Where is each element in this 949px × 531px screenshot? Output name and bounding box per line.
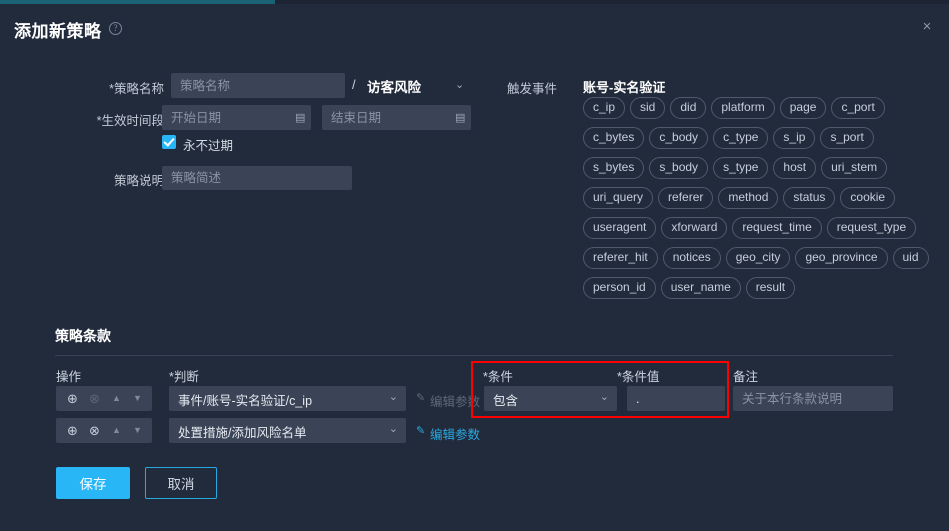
chevron-down-icon[interactable]: ⌄: [600, 390, 609, 403]
policy-terms-section-title: 策略条款: [55, 328, 111, 344]
trigger-field-tag[interactable]: geo_province: [795, 247, 888, 269]
chevron-down-icon[interactable]: ⌄: [389, 422, 398, 435]
policy-name-input[interactable]: [171, 73, 345, 98]
row-2-edit-params-pen-icon[interactable]: ✎: [416, 424, 425, 437]
trigger-field-tag[interactable]: uid: [892, 247, 929, 269]
trigger-field-tag[interactable]: notices: [662, 247, 721, 269]
column-header-remark: 备注: [733, 370, 759, 384]
column-header-condition-value: *条件值: [617, 370, 660, 384]
row-1-judgement-select[interactable]: 事件/账号-实名验证/c_ip ⌄: [169, 386, 406, 411]
trigger-field-tag[interactable]: c_type: [713, 127, 769, 149]
trigger-field-tag[interactable]: useragent: [583, 217, 657, 239]
remove-row-icon[interactable]: ⊗: [86, 422, 103, 439]
policy-category-select[interactable]: 访客风险: [367, 76, 421, 96]
trigger-field-tag[interactable]: s_type: [713, 157, 769, 179]
trigger-field-tag[interactable]: c_body: [649, 127, 709, 149]
trigger-field-tag[interactable]: cookie: [840, 187, 896, 209]
policy-description-input[interactable]: [162, 166, 352, 190]
trigger-field-tag[interactable]: referer: [658, 187, 714, 209]
row-1-remark-input[interactable]: [733, 386, 893, 411]
row-1-judgement-value: 事件/账号-实名验证/c_ip: [178, 394, 313, 408]
trigger-field-tag[interactable]: method: [718, 187, 779, 209]
column-header-judgement: *判断: [169, 370, 199, 384]
never-expire-label: 永不过期: [183, 139, 234, 153]
trigger-field-tag[interactable]: c_bytes: [583, 127, 645, 149]
add-policy-dialog: 添加新策略 ? × *策略名称 / 访客风险 ⌄ *生效时间段 ▤ ▤ 永不过期…: [0, 0, 949, 531]
effective-period-label: *生效时间段: [96, 114, 164, 128]
move-up-icon[interactable]: ▲: [108, 422, 125, 439]
chevron-down-icon[interactable]: ⌄: [455, 78, 464, 91]
row-2-operation-group: ⊕ ⊗ ▲ ▼: [56, 418, 152, 443]
chevron-down-icon[interactable]: ⌄: [389, 390, 398, 403]
trigger-field-tag[interactable]: result: [745, 277, 796, 299]
trigger-field-tag[interactable]: s_bytes: [583, 157, 645, 179]
dialog-header: 添加新策略 ? ×: [0, 4, 949, 48]
policy-name-label: *策略名称: [109, 82, 164, 96]
row-1-condition-select[interactable]: 包含 ⌄: [484, 386, 617, 411]
row-2-judgement-value: 处置措施/添加风险名单: [178, 426, 307, 440]
trigger-field-tag[interactable]: c_port: [831, 97, 885, 119]
add-row-icon[interactable]: ⊕: [64, 422, 81, 439]
policy-name-separator: /: [352, 77, 356, 92]
trigger-field-tag[interactable]: uri_query: [583, 187, 654, 209]
row-2-edit-params-link[interactable]: 编辑参数: [430, 424, 480, 443]
trigger-field-tag[interactable]: request_time: [732, 217, 822, 239]
row-2-judgement-select[interactable]: 处置措施/添加风险名单 ⌄: [169, 418, 406, 443]
trigger-field-tag[interactable]: s_body: [649, 157, 709, 179]
calendar-icon-start[interactable]: ▤: [295, 111, 305, 124]
trigger-field-tag[interactable]: page: [779, 97, 827, 119]
add-row-icon[interactable]: ⊕: [64, 390, 81, 407]
trigger-field-tag[interactable]: s_port: [820, 127, 874, 149]
trigger-field-tag[interactable]: sid: [630, 97, 666, 119]
trigger-field-tag[interactable]: referer_hit: [583, 247, 658, 269]
trigger-field-tag[interactable]: s_ip: [773, 127, 816, 149]
trigger-field-tag[interactable]: host: [773, 157, 817, 179]
column-header-operation: 操作: [56, 370, 82, 384]
trigger-event-value: 账号-实名验证: [583, 80, 666, 95]
policy-description-label: 策略说明: [113, 174, 164, 188]
trigger-field-tag[interactable]: platform: [711, 97, 775, 119]
trigger-field-tag[interactable]: xforward: [661, 217, 728, 239]
save-button[interactable]: 保存: [56, 467, 130, 499]
row-1-edit-params-link: 编辑参数: [430, 395, 481, 409]
close-icon[interactable]: ×: [919, 19, 935, 35]
move-down-icon[interactable]: ▼: [129, 422, 146, 439]
never-expire-checkbox[interactable]: [162, 135, 176, 149]
section-divider: [55, 355, 893, 356]
trigger-field-tag[interactable]: geo_city: [725, 247, 791, 269]
calendar-icon-end[interactable]: ▤: [455, 111, 465, 124]
page-title: 添加新策略: [14, 22, 102, 41]
row-1-operation-group: ⊕ ⊗ ▲ ▼: [56, 386, 152, 411]
cancel-button[interactable]: 取消: [145, 467, 217, 499]
help-icon[interactable]: ?: [109, 22, 122, 35]
trigger-field-tag[interactable]: person_id: [583, 277, 656, 299]
trigger-field-tag[interactable]: status: [783, 187, 836, 209]
trigger-field-tag[interactable]: did: [670, 97, 707, 119]
row-1-edit-params-pen-icon: ✎: [416, 392, 426, 404]
end-date-input[interactable]: [322, 105, 471, 130]
move-down-icon[interactable]: ▼: [129, 390, 146, 407]
trigger-field-tag-list: c_ip sid did platform page c_port c_bytes c_bod…: [583, 97, 943, 307]
move-up-icon[interactable]: ▲: [108, 390, 125, 407]
trigger-field-tag[interactable]: c_ip: [583, 97, 626, 119]
remove-row-icon: ⊗: [89, 391, 100, 406]
trigger-event-label: 触发事件: [507, 82, 558, 96]
row-1-condition-value: 包含: [493, 394, 519, 408]
trigger-field-tag[interactable]: uri_stem: [821, 157, 888, 179]
trigger-field-tag[interactable]: request_type: [826, 217, 917, 239]
column-header-condition: *条件: [483, 370, 513, 384]
start-date-input[interactable]: [162, 105, 311, 130]
row-1-condition-value-input[interactable]: [627, 386, 725, 411]
trigger-field-tag[interactable]: user_name: [660, 277, 741, 299]
